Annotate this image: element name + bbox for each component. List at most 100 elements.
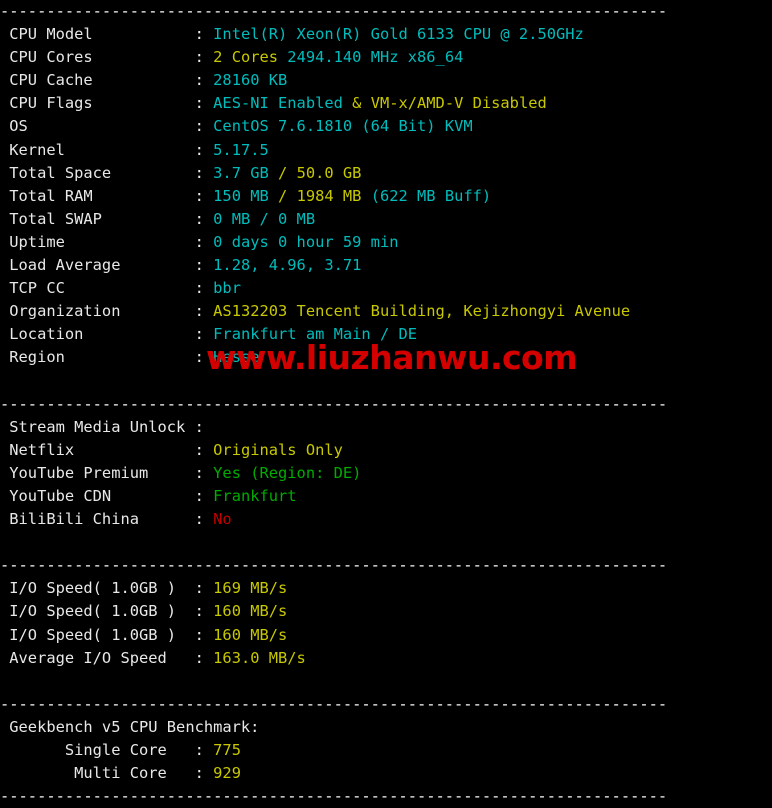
info-row-gap [204, 256, 213, 274]
info-row-colon: : [194, 625, 204, 644]
info-row-colon: : [194, 648, 204, 667]
info-row-value: 775 [213, 741, 241, 759]
info-row-label: TCP CC [0, 279, 195, 298]
info-row-label: CPU Flags [0, 94, 195, 113]
info-row-colon: : [194, 741, 204, 759]
info-row: TCP CC : bbr [0, 277, 772, 300]
info-row-gap [204, 187, 213, 205]
info-row-value: / 1984 MB [278, 186, 371, 205]
info-row-gap [204, 418, 213, 436]
info-row-colon: : [194, 209, 204, 228]
info-row-value: / 50.0 GB [278, 163, 362, 182]
info-row-value: CentOS 7.6.1810 (64 Bit) KVM [213, 117, 473, 136]
separator-stream-media-unlock: ----------------------------------------… [0, 394, 668, 413]
info-row: Location : Frankfurt am Main / DE [0, 323, 772, 346]
info-row-colon: : [194, 348, 204, 367]
info-row-colon: : [194, 764, 204, 783]
info-row: Load Average : 1.28, 4.96, 3.71 [0, 254, 772, 277]
info-row-label: YouTube CDN [0, 486, 195, 505]
info-row-label: Multi Core [0, 764, 195, 783]
info-row-gap [204, 464, 213, 482]
info-row-label: Single Core [0, 741, 195, 759]
info-row-gap [204, 164, 213, 182]
info-row-value: AS132203 Tencent Building, Kejizhongyi A… [213, 302, 631, 321]
info-row-label: Kernel [0, 140, 195, 159]
info-row-colon: : [194, 279, 204, 298]
info-row-label: Organization [0, 302, 195, 321]
info-row-value: 160 MB/s [213, 602, 288, 621]
info-row: CPU Flags : AES-NI Enabled & VM-x/AMD-V … [0, 92, 772, 115]
info-row-gap [204, 117, 213, 135]
info-row-colon: : [194, 440, 204, 459]
info-row-gap [204, 579, 213, 597]
info-row-label: BiliBili China [0, 510, 195, 529]
info-row-colon: : [194, 302, 204, 321]
info-row-value: 1.28, 4.96, 3.71 [213, 256, 362, 275]
separator-io-speed: ----------------------------------------… [0, 556, 668, 575]
info-row-value: AES-NI Enabled [213, 94, 353, 113]
info-row: CPU Cores : 2 Cores 2494.140 MHz x86_64 [0, 46, 772, 69]
info-row-value: 2 Cores [213, 48, 288, 67]
info-row-gap [204, 94, 213, 112]
info-row-colon: : [194, 463, 204, 482]
info-row-label: Average I/O Speed [0, 648, 195, 667]
info-row: Stream Media Unlock : [0, 416, 772, 439]
info-row-value: Frankfurt am Main / DE [213, 325, 418, 344]
separator-top: ----------------------------------------… [0, 2, 668, 20]
info-row-value: 169 MB/s [213, 579, 288, 598]
info-row-colon: : [194, 486, 204, 505]
info-row-gap [204, 48, 213, 66]
info-row-label: Total SWAP [0, 209, 195, 228]
info-row-gap [204, 141, 213, 159]
info-row: YouTube CDN : Frankfurt [0, 485, 772, 508]
info-row-gap [204, 279, 213, 297]
info-row-value: Intel(R) Xeon(R) Gold 6133 CPU @ 2.50GHz [213, 25, 584, 44]
info-row-label: Region [0, 348, 195, 367]
info-row: I/O Speed( 1.0GB ) : 169 MB/s [0, 577, 772, 600]
info-row-label: I/O Speed( 1.0GB ) [0, 579, 195, 598]
separator-geekbench: ----------------------------------------… [0, 694, 668, 713]
info-row-colon: : [194, 232, 204, 251]
info-row-colon: : [194, 48, 204, 67]
info-row-colon: : [194, 71, 204, 90]
info-row-value: Frankfurt [213, 486, 297, 505]
info-row-label: Uptime [0, 232, 195, 251]
info-row-label: Total RAM [0, 186, 195, 205]
separator-bottom: ----------------------------------------… [0, 787, 668, 806]
info-row-value: 28160 KB [213, 71, 288, 90]
terminal-window: ----------------------------------------… [0, 0, 772, 805]
info-row: BiliBili China : No [0, 508, 772, 531]
info-row-value: (622 MB Buff) [370, 186, 492, 205]
info-row-value: 163.0 MB/s [213, 648, 306, 667]
info-row: Average I/O Speed : 163.0 MB/s [0, 647, 772, 670]
info-row: Kernel : 5.17.5 [0, 139, 772, 162]
info-row: OS : CentOS 7.6.1810 (64 Bit) KVM [0, 115, 772, 138]
info-row-value: Originals Only [213, 440, 343, 459]
info-row-value: 2494.140 MHz x86_64 [287, 48, 464, 67]
info-row: Region : Hesse [0, 346, 772, 369]
info-row-value: 3.7 GB [213, 163, 279, 182]
info-row-colon: : [194, 256, 204, 275]
info-row-value: 0 MB / 0 MB [213, 209, 316, 228]
info-row: YouTube Premium : Yes (Region: DE) [0, 462, 772, 485]
info-row-gap [204, 487, 213, 505]
info-row-gap [204, 764, 213, 782]
info-row-value: & VM-x/AMD-V Disabled [352, 94, 547, 113]
info-row-value: No [213, 510, 232, 529]
info-row-value: bbr [213, 279, 241, 298]
info-row: CPU Cache : 28160 KB [0, 69, 772, 92]
info-row-gap [204, 649, 213, 667]
info-row-label: Location [0, 325, 195, 344]
info-row-value: 5.17.5 [213, 140, 269, 159]
info-row-label: Netflix [0, 440, 195, 459]
info-row-gap [204, 25, 213, 43]
info-row-label: Stream Media Unlock [0, 417, 195, 436]
info-row-label: CPU Cores [0, 48, 195, 67]
info-row-gap [204, 325, 213, 343]
info-row: Netflix : Originals Only [0, 439, 772, 462]
info-row-gap [204, 348, 213, 366]
info-row-gap [204, 71, 213, 89]
info-row-gap [204, 210, 213, 228]
info-row-colon: : [194, 417, 204, 436]
